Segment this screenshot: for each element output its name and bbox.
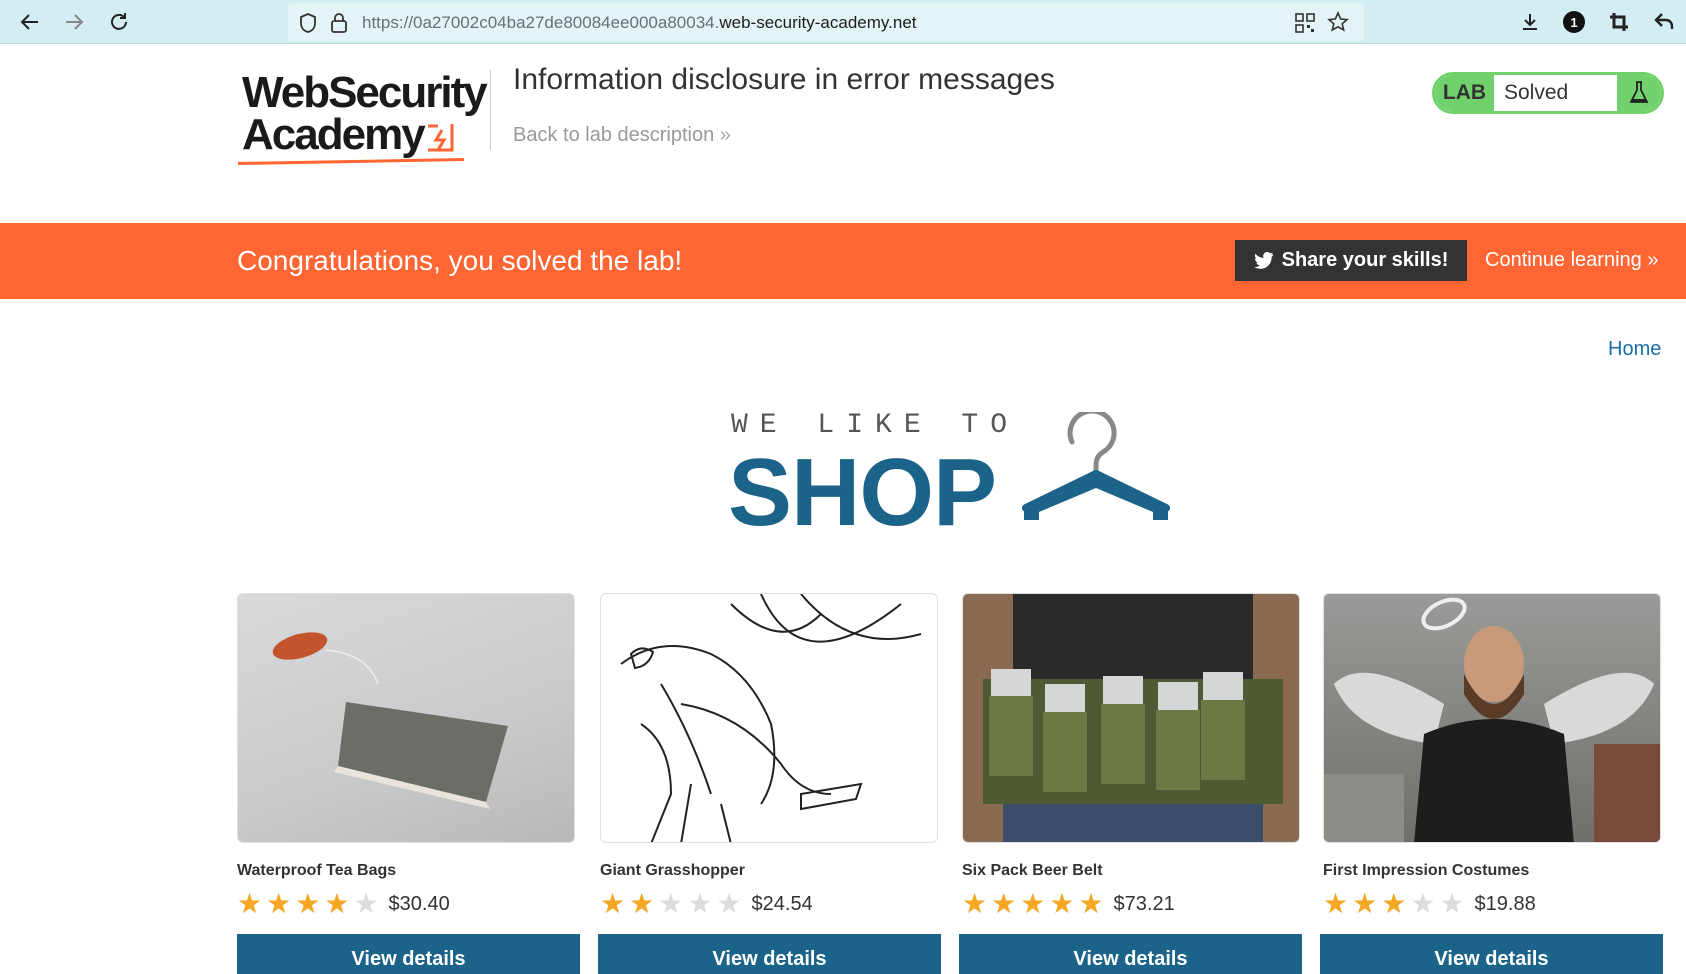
star-filled-icon: ★ — [962, 888, 988, 919]
shop-heading: SHOP — [728, 439, 997, 546]
product-card: Six Pack Beer Belt ★ ★ ★ ★ ★ $73.21 — [962, 593, 1300, 919]
twitter-icon — [1253, 252, 1273, 269]
hanger-icon — [1022, 412, 1170, 520]
view-details-button[interactable]: View details — [959, 934, 1302, 974]
continue-label: Continue learning — [1485, 249, 1642, 271]
product-name: Waterproof Tea Bags — [237, 862, 397, 879]
shop-tagline: WE LIKE TO — [731, 410, 1020, 441]
view-details-button[interactable]: View details — [598, 934, 941, 974]
product-rating: ★ ★ ★ ★ ★ $30.40 — [237, 889, 575, 919]
star-empty-icon: ★ — [353, 888, 379, 919]
url-domain: web-security-academy.net — [719, 13, 917, 32]
continue-learning-link[interactable]: Continue learning » — [1485, 249, 1658, 272]
star-rating: ★ ★ ★ ★ ★ — [962, 890, 1104, 918]
beer-belt-image — [983, 594, 1283, 842]
product-image[interactable] — [237, 593, 575, 843]
product-price: $24.54 — [751, 892, 813, 915]
product-image[interactable] — [600, 593, 938, 843]
star-filled-icon: ★ — [1323, 888, 1349, 919]
home-link[interactable]: Home — [1608, 338, 1661, 361]
product-card: Giant Grasshopper ★ ★ ★ ★ ★ $24.54 — [600, 593, 938, 919]
product-price: $73.21 — [1113, 892, 1175, 915]
view-details-button[interactable]: View details — [237, 934, 580, 974]
product-rating: ★ ★ ★ ★ ★ $73.21 — [962, 889, 1300, 919]
grasshopper-sketch-image — [620, 594, 922, 842]
product-rating: ★ ★ ★ ★ ★ $19.88 — [1323, 889, 1661, 919]
forward-arrow-icon[interactable] — [58, 6, 90, 38]
star-filled-icon: ★ — [324, 888, 350, 919]
star-filled-icon: ★ — [237, 888, 263, 919]
download-icon[interactable] — [1514, 6, 1546, 38]
lab-title: Information disclosure in error messages — [513, 63, 1055, 96]
star-filled-icon: ★ — [266, 888, 292, 919]
logo-line-2: Academy — [242, 110, 426, 159]
star-empty-icon: ★ — [658, 888, 684, 919]
product-price: $30.40 — [388, 892, 450, 915]
product-name: First Impression Costumes — [1323, 862, 1530, 879]
banner-message: Congratulations, you solved the lab! — [237, 245, 683, 276]
back-to-lab-link[interactable]: Back to lab description » — [513, 124, 731, 147]
product-image[interactable] — [1323, 593, 1661, 843]
lab-label: LAB — [1435, 75, 1494, 111]
address-bar[interactable]: https://0a27002c04ba27de80084ee000a80034… — [288, 3, 1364, 41]
back-link-label: Back to lab description — [513, 124, 715, 146]
product-card: Waterproof Tea Bags ★ ★ ★ ★ ★ $30.40 — [237, 593, 575, 919]
star-empty-icon: ★ — [716, 888, 742, 919]
header-divider — [490, 70, 491, 150]
star-filled-icon: ★ — [629, 888, 655, 919]
bookmark-star-icon[interactable] — [1327, 11, 1349, 38]
web-security-academy-logo[interactable]: WebSecurity Academy — [236, 68, 496, 165]
star-filled-icon: ★ — [991, 888, 1017, 919]
star-empty-icon: ★ — [687, 888, 713, 919]
star-filled-icon: ★ — [1020, 888, 1046, 919]
undo-icon[interactable] — [1648, 6, 1680, 38]
star-filled-icon: ★ — [1352, 888, 1378, 919]
star-filled-icon: ★ — [1078, 888, 1104, 919]
share-label: Share your skills! — [1281, 249, 1449, 271]
qr-code-icon[interactable] — [1295, 13, 1315, 38]
star-rating: ★ ★ ★ ★ ★ — [600, 890, 742, 918]
product-rating: ★ ★ ★ ★ ★ $24.54 — [600, 889, 938, 919]
product-image[interactable] — [962, 593, 1300, 843]
lock-icon[interactable] — [330, 12, 348, 39]
double-chevron-icon: » — [1647, 249, 1659, 271]
double-chevron-icon: » — [719, 124, 731, 146]
star-filled-icon: ★ — [1381, 888, 1407, 919]
product-card: First Impression Costumes ★ ★ ★ ★ ★ $19.88 — [1323, 593, 1661, 919]
angel-costume-image — [1324, 597, 1660, 842]
flask-icon — [1617, 75, 1661, 111]
reload-icon[interactable] — [103, 6, 135, 38]
crop-icon[interactable] — [1603, 6, 1635, 38]
star-filled-icon: ★ — [295, 888, 321, 919]
shield-icon[interactable] — [298, 12, 318, 39]
congratulations-banner: Congratulations, you solved the lab! Sha… — [0, 223, 1686, 299]
extension-badge-icon[interactable]: 1 — [1558, 6, 1590, 38]
browser-toolbar: https://0a27002c04ba27de80084ee000a80034… — [0, 0, 1686, 44]
tea-bag-image — [272, 632, 508, 809]
star-empty-icon: ★ — [1410, 888, 1436, 919]
extension-count: 1 — [1563, 11, 1585, 33]
product-price: $19.88 — [1474, 892, 1536, 915]
lab-status: Solved — [1504, 81, 1569, 104]
back-arrow-icon[interactable] — [14, 6, 46, 38]
url-text: https://0a27002c04ba27de80084ee000a80034… — [362, 13, 917, 33]
view-details-button[interactable]: View details — [1320, 934, 1663, 974]
star-rating: ★ ★ ★ ★ ★ — [1323, 890, 1465, 918]
star-filled-icon: ★ — [1049, 888, 1075, 919]
product-name: Six Pack Beer Belt — [962, 862, 1103, 879]
star-empty-icon: ★ — [1439, 888, 1465, 919]
product-name: Giant Grasshopper — [600, 862, 745, 879]
url-prefix: https://0a27002c04ba27de80084ee000a80034… — [362, 13, 720, 32]
share-skills-button[interactable]: Share your skills! — [1235, 240, 1467, 281]
star-rating: ★ ★ ★ ★ ★ — [237, 890, 379, 918]
lab-status-badge: LAB Solved — [1432, 72, 1664, 114]
star-filled-icon: ★ — [600, 888, 626, 919]
